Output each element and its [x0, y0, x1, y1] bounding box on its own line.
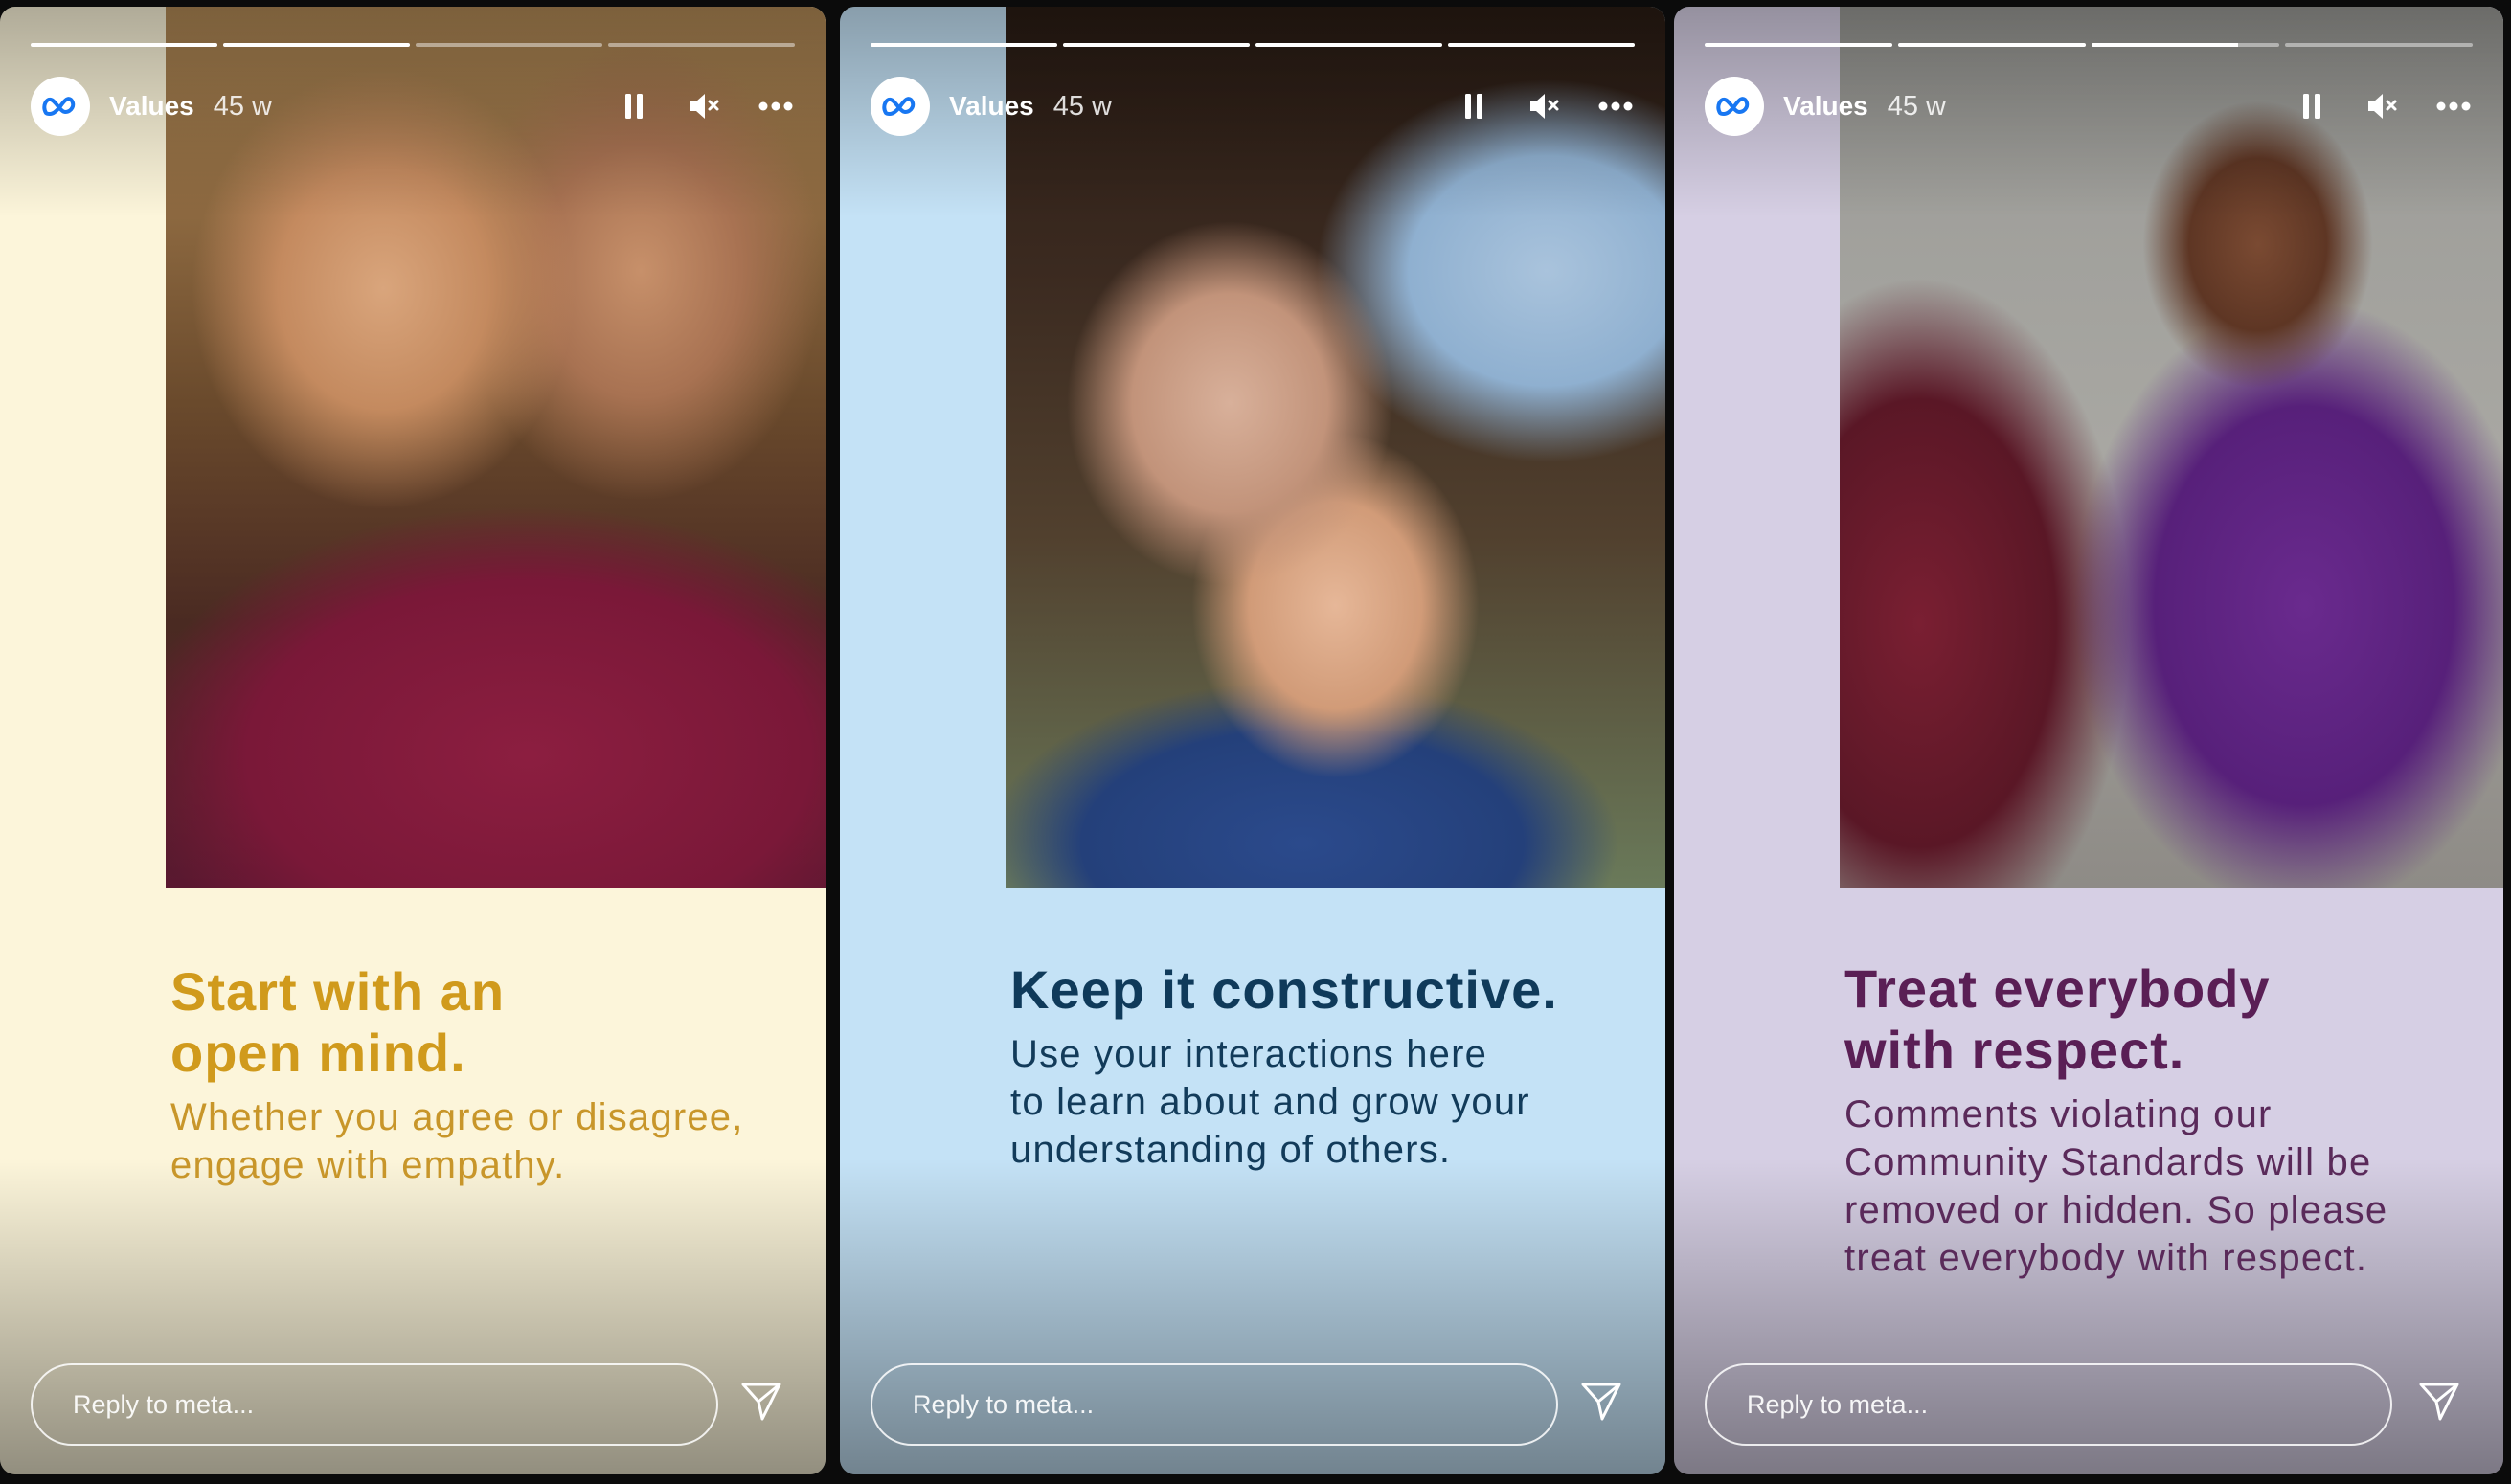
- pause-icon[interactable]: [615, 87, 653, 125]
- progress-segment: [1705, 43, 1892, 47]
- story-progress: [31, 43, 795, 47]
- story-progress: [871, 43, 1635, 47]
- reply-field[interactable]: [1705, 1363, 2392, 1446]
- progress-segment: [416, 43, 602, 47]
- story-text: Treat everybody with respect. Comments v…: [1844, 958, 2446, 1282]
- more-icon[interactable]: [1596, 87, 1635, 125]
- progress-segment: [1448, 43, 1635, 47]
- reply-input[interactable]: [1745, 1388, 2342, 1421]
- progress-segment: [1063, 43, 1250, 47]
- mute-icon[interactable]: [1526, 87, 1564, 125]
- story-card[interactable]: Values 45 w Start with an open mind. Whe…: [0, 7, 826, 1474]
- more-icon[interactable]: [2434, 87, 2473, 125]
- meta-logo-icon[interactable]: [1705, 77, 1764, 136]
- progress-segment: [31, 43, 217, 47]
- progress-segment: [1898, 43, 2086, 47]
- post-age: 45 w: [1887, 90, 1946, 122]
- progress-segment: [871, 43, 1057, 47]
- progress-segment: [1256, 43, 1442, 47]
- progress-segment: [223, 43, 410, 47]
- story-headline: Treat everybody with respect.: [1844, 958, 2271, 1080]
- reply-input[interactable]: [911, 1388, 1508, 1421]
- send-icon[interactable]: [1579, 1379, 1623, 1423]
- progress-segment: [608, 43, 795, 47]
- story-card[interactable]: Values 45 w Keep it constructive. Use yo…: [840, 7, 1665, 1474]
- story-headline: Start with an open mind.: [170, 961, 506, 1083]
- account-name[interactable]: Values: [949, 91, 1034, 122]
- meta-logo-icon[interactable]: [31, 77, 90, 136]
- send-icon[interactable]: [2417, 1379, 2461, 1423]
- story-body: Whether you agree or disagree, engage wi…: [170, 1096, 744, 1186]
- account-name[interactable]: Values: [109, 91, 194, 122]
- progress-segment: [2285, 43, 2473, 47]
- story-body: Use your interactions here to learn abou…: [1010, 1033, 1530, 1171]
- reply-field[interactable]: [31, 1363, 718, 1446]
- story-text: Start with an open mind. Whether you agr…: [170, 961, 768, 1189]
- post-age: 45 w: [1052, 90, 1112, 122]
- send-icon[interactable]: [739, 1379, 783, 1423]
- reply-input[interactable]: [71, 1388, 668, 1421]
- stories-viewer: Values 45 w Start with an open mind. Whe…: [0, 0, 2511, 1484]
- progress-segment: [2092, 43, 2279, 47]
- mute-icon[interactable]: [2364, 87, 2402, 125]
- reply-field[interactable]: [871, 1363, 1558, 1446]
- story-body: Comments violating our Community Standar…: [1844, 1093, 2388, 1279]
- mute-icon[interactable]: [686, 87, 724, 125]
- story-header: Values 45 w: [871, 76, 1635, 137]
- story-progress: [1705, 43, 2473, 47]
- post-age: 45 w: [213, 90, 272, 122]
- story-text: Keep it constructive. Use your interacti…: [1010, 959, 1608, 1174]
- story-header: Values 45 w: [1705, 76, 2473, 137]
- story-header: Values 45 w: [31, 76, 795, 137]
- pause-icon[interactable]: [1455, 87, 1493, 125]
- story-card[interactable]: Values 45 w Treat everybody with respect…: [1674, 7, 2503, 1474]
- story-headline: Keep it constructive.: [1010, 959, 1558, 1020]
- more-icon[interactable]: [757, 87, 795, 125]
- pause-icon[interactable]: [2293, 87, 2331, 125]
- meta-logo-icon[interactable]: [871, 77, 930, 136]
- account-name[interactable]: Values: [1783, 91, 1868, 122]
